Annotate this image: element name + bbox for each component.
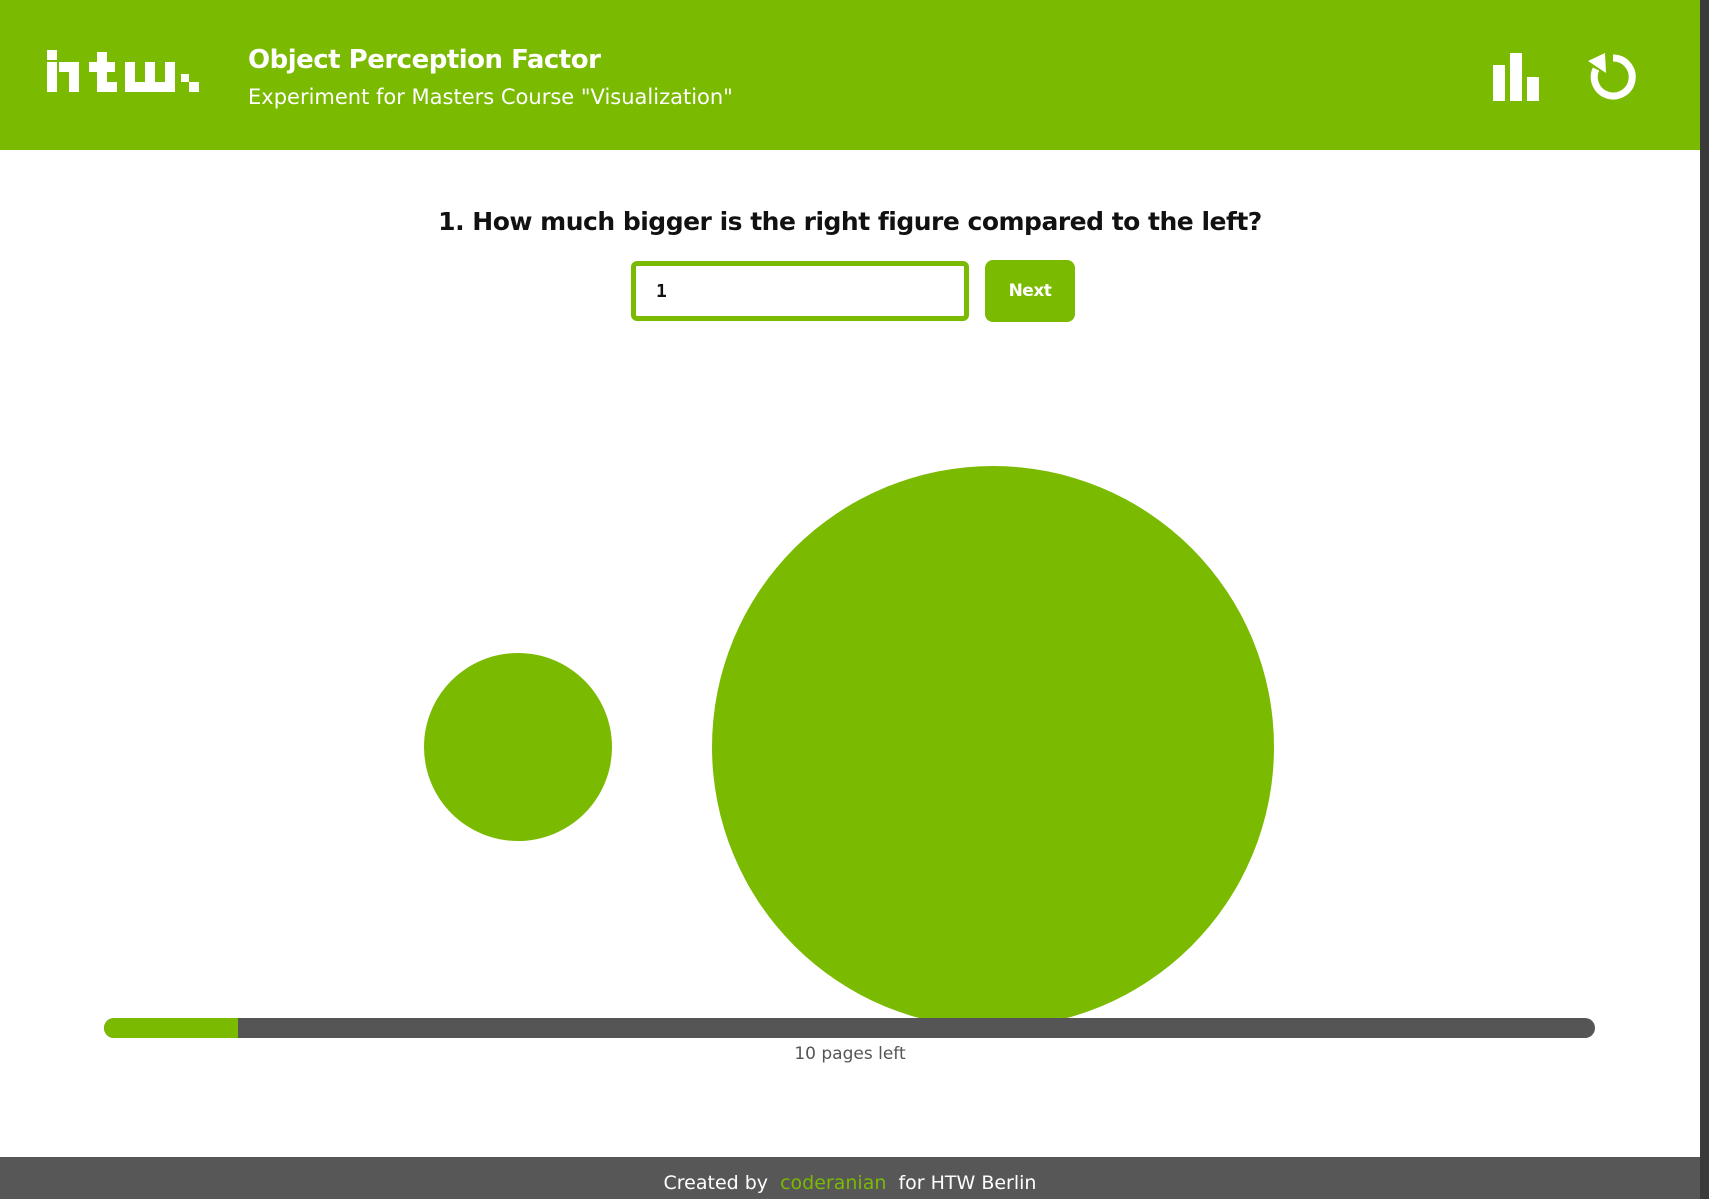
pages-left-text: 10 pages left <box>794 1044 906 1064</box>
footer: Created by coderanian for HTW Berlin <box>0 1157 1700 1199</box>
app-subtitle: Experiment for Masters Course "Visualiza… <box>248 85 733 109</box>
progress-fill <box>104 1018 239 1038</box>
progress-bar <box>104 1018 1595 1038</box>
app-title: Object Perception Factor <box>248 45 601 75</box>
htw-logo <box>47 50 199 92</box>
stats-button[interactable] <box>1485 45 1549 109</box>
left-figure-circle <box>424 653 612 841</box>
page: Object Perception Factor Experiment for … <box>0 0 1709 1199</box>
right-figure-circle <box>712 466 1274 1028</box>
answer-input[interactable] <box>631 261 969 321</box>
question-text: 1. How much bigger is the right figure c… <box>438 207 1262 236</box>
next-button[interactable]: Next <box>985 260 1075 322</box>
restart-icon <box>1588 53 1636 100</box>
footer-for-text: for HTW Berlin <box>898 1172 1037 1194</box>
app-header: Object Perception Factor Experiment for … <box>0 0 1700 150</box>
restart-button[interactable] <box>1581 45 1645 109</box>
header-titles: Object Perception Factor Experiment for … <box>248 38 733 112</box>
footer-created-by: Created by <box>663 1172 769 1194</box>
footer-author-link[interactable]: coderanian <box>780 1172 886 1194</box>
scrollbar[interactable] <box>1700 0 1709 1199</box>
bar-chart-icon <box>1493 53 1539 101</box>
